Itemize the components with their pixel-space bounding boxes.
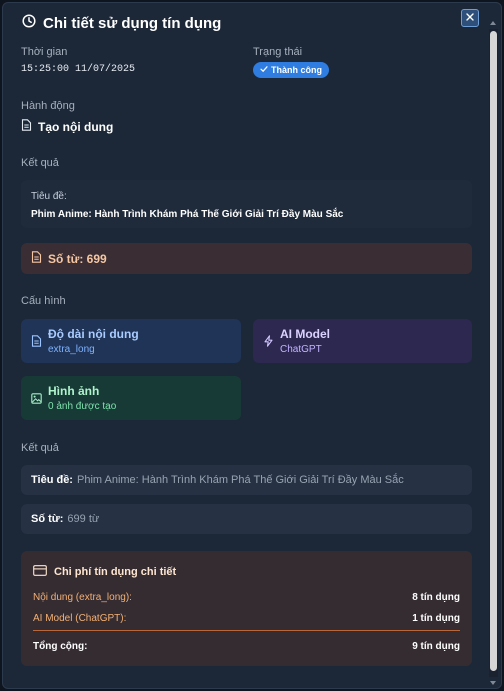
cost-total-label: Tổng cộng: xyxy=(33,641,88,652)
modal-title: Chi tiết sử dụng tín dụng xyxy=(43,15,222,32)
result-title-label: Tiêu đề: xyxy=(31,191,67,202)
cost-total-value: 9 tín dụng xyxy=(412,641,460,652)
close-button[interactable] xyxy=(461,9,479,27)
summary-heading: Kết quả xyxy=(21,442,59,454)
config-card-images: Hình ảnh 0 ảnh được tạo xyxy=(21,376,241,420)
summary-words-row: Số từ: 699 từ xyxy=(31,504,99,534)
config-card-length: Độ dài nội dung extra_long xyxy=(21,319,241,363)
config-card-subtitle: ChatGPT xyxy=(280,344,322,355)
summary-title-label: Tiêu đề: xyxy=(31,474,73,486)
document-icon xyxy=(31,251,42,266)
credit-card-icon xyxy=(33,565,47,579)
cost-line-label: Nội dung (extra_long): xyxy=(33,592,132,603)
action-label: Hành động xyxy=(21,100,75,112)
time-label: Thời gian xyxy=(21,46,68,58)
action-value: Tạo nội dung xyxy=(38,119,114,134)
image-icon xyxy=(31,391,42,409)
status-badge-label: Thành công xyxy=(271,65,322,75)
cost-line-value: 8 tín dụng xyxy=(412,592,460,603)
document-icon xyxy=(21,119,32,134)
config-card-ai-model: AI Model ChatGPT xyxy=(253,319,472,363)
scroll-down-icon[interactable] xyxy=(490,681,496,685)
modal-content: Thời gian 15:25:00 11/07/2025 Trạng thái… xyxy=(3,43,487,683)
cost-line: Nội dung (extra_long): 8 tín dụng xyxy=(33,592,460,603)
config-card-title: Độ dài nội dung xyxy=(48,327,139,341)
result-title-value: Phim Anime: Hành Trình Khám Phá Thế Giới… xyxy=(31,209,344,220)
config-card-subtitle: extra_long xyxy=(48,344,95,355)
status-label: Trạng thái xyxy=(253,46,303,58)
credit-detail-modal: Chi tiết sử dụng tín dụng Thời gian 15:2… xyxy=(2,2,502,689)
cost-line-value: 1 tín dụng xyxy=(412,613,460,624)
word-count-panel: Số từ: 699 xyxy=(21,243,472,274)
word-count-text: Số từ: 699 xyxy=(48,251,107,266)
cost-divider xyxy=(33,630,460,631)
config-card-title: Hình ảnh xyxy=(48,384,100,398)
summary-words-value: 699 từ xyxy=(67,513,100,525)
config-heading: Cấu hình xyxy=(21,295,66,307)
config-card-subtitle: 0 ảnh được tạo xyxy=(48,401,117,412)
scroll-up-icon[interactable] xyxy=(490,21,496,25)
modal-header: Chi tiết sử dụng tín dụng xyxy=(3,3,501,43)
summary-title-row: Tiêu đề: Phim Anime: Hành Trình Khám Phá… xyxy=(31,465,404,495)
cost-line-label: AI Model (ChatGPT): xyxy=(33,613,127,624)
scrollbar-thumb[interactable] xyxy=(490,31,497,671)
cost-heading-row: Chi phí tín dụng chi tiết xyxy=(33,565,176,579)
result-heading: Kết quả xyxy=(21,157,59,169)
close-icon xyxy=(465,9,475,27)
lightning-icon xyxy=(263,334,274,352)
summary-words-panel: Số từ: 699 từ xyxy=(21,504,472,534)
check-icon xyxy=(260,65,268,75)
cost-total-line: Tổng cộng: 9 tín dụng xyxy=(33,641,460,652)
result-title-panel: Tiêu đề: Phim Anime: Hành Trình Khám Phá… xyxy=(21,180,472,228)
modal-scrollbar[interactable] xyxy=(489,21,498,685)
summary-title-panel: Tiêu đề: Phim Anime: Hành Trình Khám Phá… xyxy=(21,465,472,495)
action-row: Tạo nội dung xyxy=(21,119,113,134)
status-badge: Thành công xyxy=(253,62,329,78)
word-count-row: Số từ: 699 xyxy=(31,243,107,274)
cost-line: AI Model (ChatGPT): 1 tín dụng xyxy=(33,613,460,624)
config-card-title: AI Model xyxy=(280,327,330,341)
cost-heading: Chi phí tín dụng chi tiết xyxy=(54,566,177,578)
summary-title-value: Phim Anime: Hành Trình Khám Phá Thế Giới… xyxy=(76,474,404,486)
cost-panel: Chi phí tín dụng chi tiết Nội dung (extr… xyxy=(21,551,472,666)
modal-title-wrap: Chi tiết sử dụng tín dụng xyxy=(22,14,221,33)
document-icon xyxy=(31,334,42,352)
clock-icon xyxy=(22,14,36,33)
summary-words-label: Số từ: xyxy=(31,513,64,525)
time-value: 15:25:00 11/07/2025 xyxy=(21,64,136,75)
